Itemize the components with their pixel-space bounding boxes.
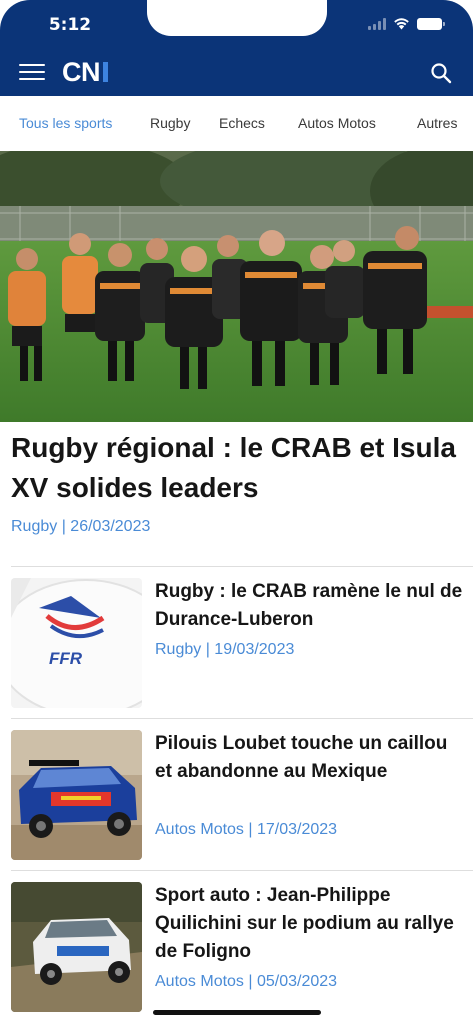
tab-rugby[interactable]: Rugby bbox=[150, 115, 190, 131]
home-indicator bbox=[153, 1010, 321, 1015]
article-meta: Rugby | 19/03/2023 bbox=[155, 641, 295, 658]
search-icon[interactable] bbox=[430, 62, 452, 84]
article-thumbnail bbox=[11, 882, 142, 1012]
cni-logo[interactable]: CN bbox=[62, 56, 108, 88]
divider bbox=[11, 870, 473, 871]
status-time: 5:12 bbox=[48, 15, 92, 35]
article-item[interactable]: Pilouis Loubet touche un caillou et aban… bbox=[0, 730, 473, 865]
cellular-signal-icon bbox=[368, 17, 386, 30]
hamburger-menu-icon[interactable] bbox=[19, 64, 45, 82]
divider bbox=[11, 566, 473, 567]
hero-article-title[interactable]: Rugby régional : le CRAB et Isula XV sol… bbox=[11, 428, 463, 508]
article-title[interactable]: Sport auto : Jean-Philippe Quilichini su… bbox=[155, 882, 465, 966]
article-title[interactable]: Pilouis Loubet touche un caillou et aban… bbox=[155, 730, 465, 786]
device-notch bbox=[147, 0, 327, 36]
logo-accent-bar bbox=[103, 62, 108, 82]
article-thumbnail bbox=[11, 730, 142, 860]
tab-autres[interactable]: Autres bbox=[417, 115, 457, 131]
article-meta: Autos Motos | 05/03/2023 bbox=[155, 973, 338, 990]
divider bbox=[11, 718, 473, 719]
tab-echecs[interactable]: Echecs bbox=[219, 115, 265, 131]
wifi-icon bbox=[394, 18, 409, 30]
battery-icon bbox=[417, 17, 445, 30]
status-icons bbox=[368, 17, 445, 30]
hero-image[interactable] bbox=[0, 151, 473, 422]
tab-tous-les-sports[interactable]: Tous les sports bbox=[19, 115, 112, 131]
article-title[interactable]: Rugby : le CRAB ramène le nul de Durance… bbox=[155, 578, 465, 634]
ffr-logo-text: FFR bbox=[49, 649, 83, 668]
tab-autos-motos[interactable]: Autos Motos bbox=[298, 115, 376, 131]
app-header: 5:12 CN bbox=[0, 0, 473, 96]
logo-text: CN bbox=[62, 56, 101, 87]
article-thumbnail: FFR bbox=[11, 578, 142, 708]
hero-article-meta: Rugby | 26/03/2023 bbox=[11, 518, 151, 535]
category-tabs: Tous les sports Rugby Echecs Autos Motos… bbox=[0, 96, 473, 151]
article-item[interactable]: Sport auto : Jean-Philippe Quilichini su… bbox=[0, 882, 473, 1017]
article-item[interactable]: FFR Rugby : le CRAB ramène le nul de Dur… bbox=[0, 578, 473, 713]
article-meta: Autos Motos | 17/03/2023 bbox=[155, 821, 338, 838]
